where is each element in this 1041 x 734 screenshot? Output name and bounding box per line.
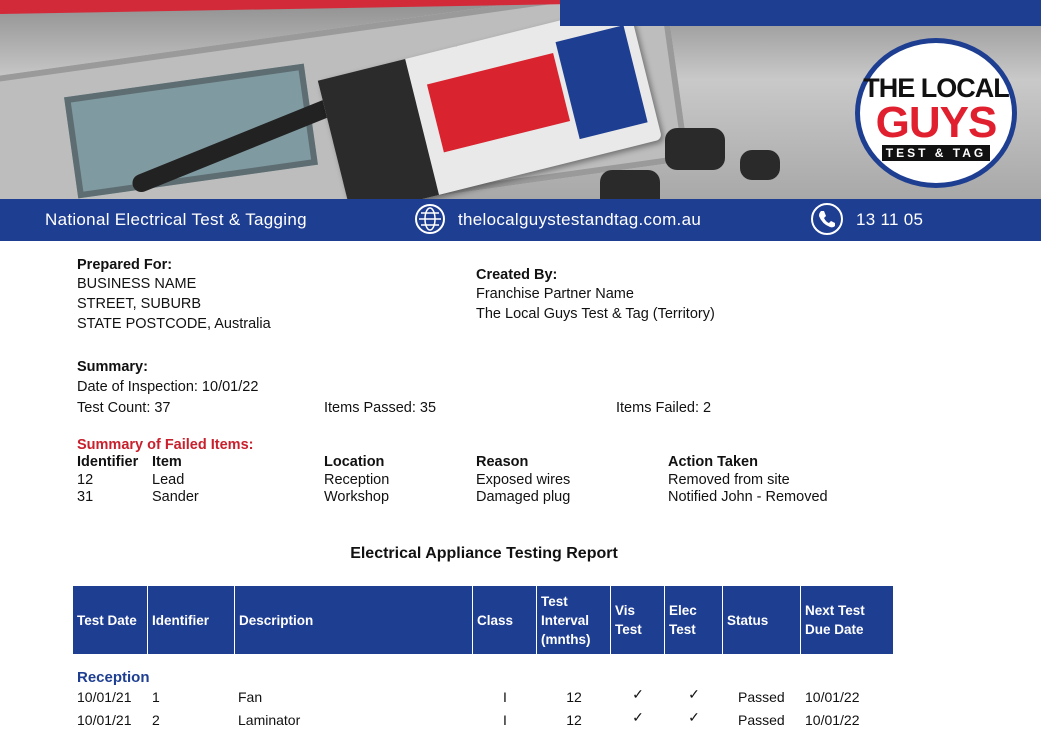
cell-test-date: 10/01/21	[77, 712, 132, 728]
check-icon: ✓	[688, 709, 700, 725]
col-status: Status	[723, 586, 801, 654]
col-description: Description	[235, 586, 473, 654]
logo-line2: GUYS	[875, 98, 998, 147]
failed-row-reason: Damaged plug	[476, 489, 571, 505]
phone-number[interactable]: 13 11 05	[856, 210, 923, 230]
failed-row-location: Workshop	[324, 489, 390, 505]
prepared-for-heading: Prepared For:	[77, 257, 173, 273]
website-link[interactable]: thelocalguystestandtag.com.au	[458, 210, 701, 230]
device-key	[665, 128, 725, 170]
failed-col-header: Identifier	[77, 454, 139, 470]
items-failed: Items Failed: 2	[616, 400, 712, 416]
cell-description: Laminator	[238, 712, 301, 728]
cell-interval: 12	[566, 689, 582, 705]
failed-row-item: Sander	[152, 489, 199, 505]
created-by-line: The Local Guys Test & Tag (Territory)	[476, 306, 715, 322]
check-icon: ✓	[688, 686, 700, 702]
cell-next-due: 10/01/22	[805, 689, 860, 705]
report-title: Electrical Appliance Testing Report	[350, 545, 618, 562]
failed-col-header: Action Taken	[668, 454, 758, 470]
failed-col-header: Item	[152, 454, 182, 470]
prepared-for-line: STATE POSTCODE, Australia	[77, 316, 271, 332]
prepared-for-line: STREET, SUBURB	[77, 296, 202, 312]
col-next-due: Next Test Due Date	[805, 603, 865, 637]
failed-col-header: Location	[324, 454, 385, 470]
created-by-line: Franchise Partner Name	[476, 286, 634, 302]
failed-row-identifier: 12	[77, 472, 94, 488]
failed-row-action: Notified John - Removed	[668, 489, 828, 505]
company-logo: THE LOCAL GUYS TEST & TAG	[855, 38, 1017, 188]
col-identifier: Identifier	[148, 586, 235, 654]
failed-col-header: Reason	[476, 454, 529, 470]
cell-identifier: 2	[152, 712, 160, 728]
header-photo: THE LOCAL GUYS TEST & TAG	[0, 0, 1041, 200]
col-test-date: Test Date	[73, 586, 148, 654]
cell-next-due: 10/01/22	[805, 712, 860, 728]
check-icon: ✓	[632, 686, 644, 702]
failed-row-item: Lead	[152, 472, 185, 488]
test-count: Test Count: 37	[77, 400, 171, 416]
cell-class: I	[503, 689, 507, 705]
cell-status: Passed	[738, 689, 785, 705]
cell-test-date: 10/01/21	[77, 689, 132, 705]
header-stripe-blue	[560, 0, 1041, 26]
items-passed: Items Passed: 35	[324, 400, 437, 416]
device-key	[740, 150, 780, 180]
check-icon: ✓	[632, 709, 644, 725]
contact-bar: National Electrical Test & Tagging thelo…	[0, 199, 1041, 241]
failed-row-identifier: 31	[77, 489, 94, 505]
globe-icon	[415, 204, 445, 234]
cell-status: Passed	[738, 712, 785, 728]
col-vis-test: Vis Test	[611, 586, 665, 654]
inspection-date: Date of Inspection: 10/01/22	[77, 379, 259, 395]
failed-row-reason: Exposed wires	[476, 472, 571, 488]
tagline: National Electrical Test & Tagging	[45, 210, 307, 229]
device-key	[600, 170, 660, 200]
failed-items-heading: Summary of Failed Items:	[77, 437, 254, 453]
col-elec-test: Elec Test	[665, 586, 723, 654]
report-table-header: Test Date Identifier Description Class T…	[73, 586, 893, 654]
prepared-for-line: BUSINESS NAME	[77, 276, 197, 292]
col-test-interval: Test Interval (mnths)	[537, 586, 611, 654]
col-class: Class	[473, 586, 537, 654]
section-heading: Reception	[77, 669, 150, 686]
cell-interval: 12	[566, 712, 582, 728]
cell-class: I	[503, 712, 507, 728]
phone-icon	[811, 203, 843, 235]
summary-heading: Summary:	[77, 359, 148, 375]
failed-row-location: Reception	[324, 472, 390, 488]
failed-row-action: Removed from site	[668, 472, 790, 488]
cell-identifier: 1	[152, 689, 160, 705]
created-by-heading: Created By:	[476, 267, 558, 283]
logo-line3: TEST & TAG	[882, 145, 990, 161]
cell-description: Fan	[238, 689, 263, 705]
